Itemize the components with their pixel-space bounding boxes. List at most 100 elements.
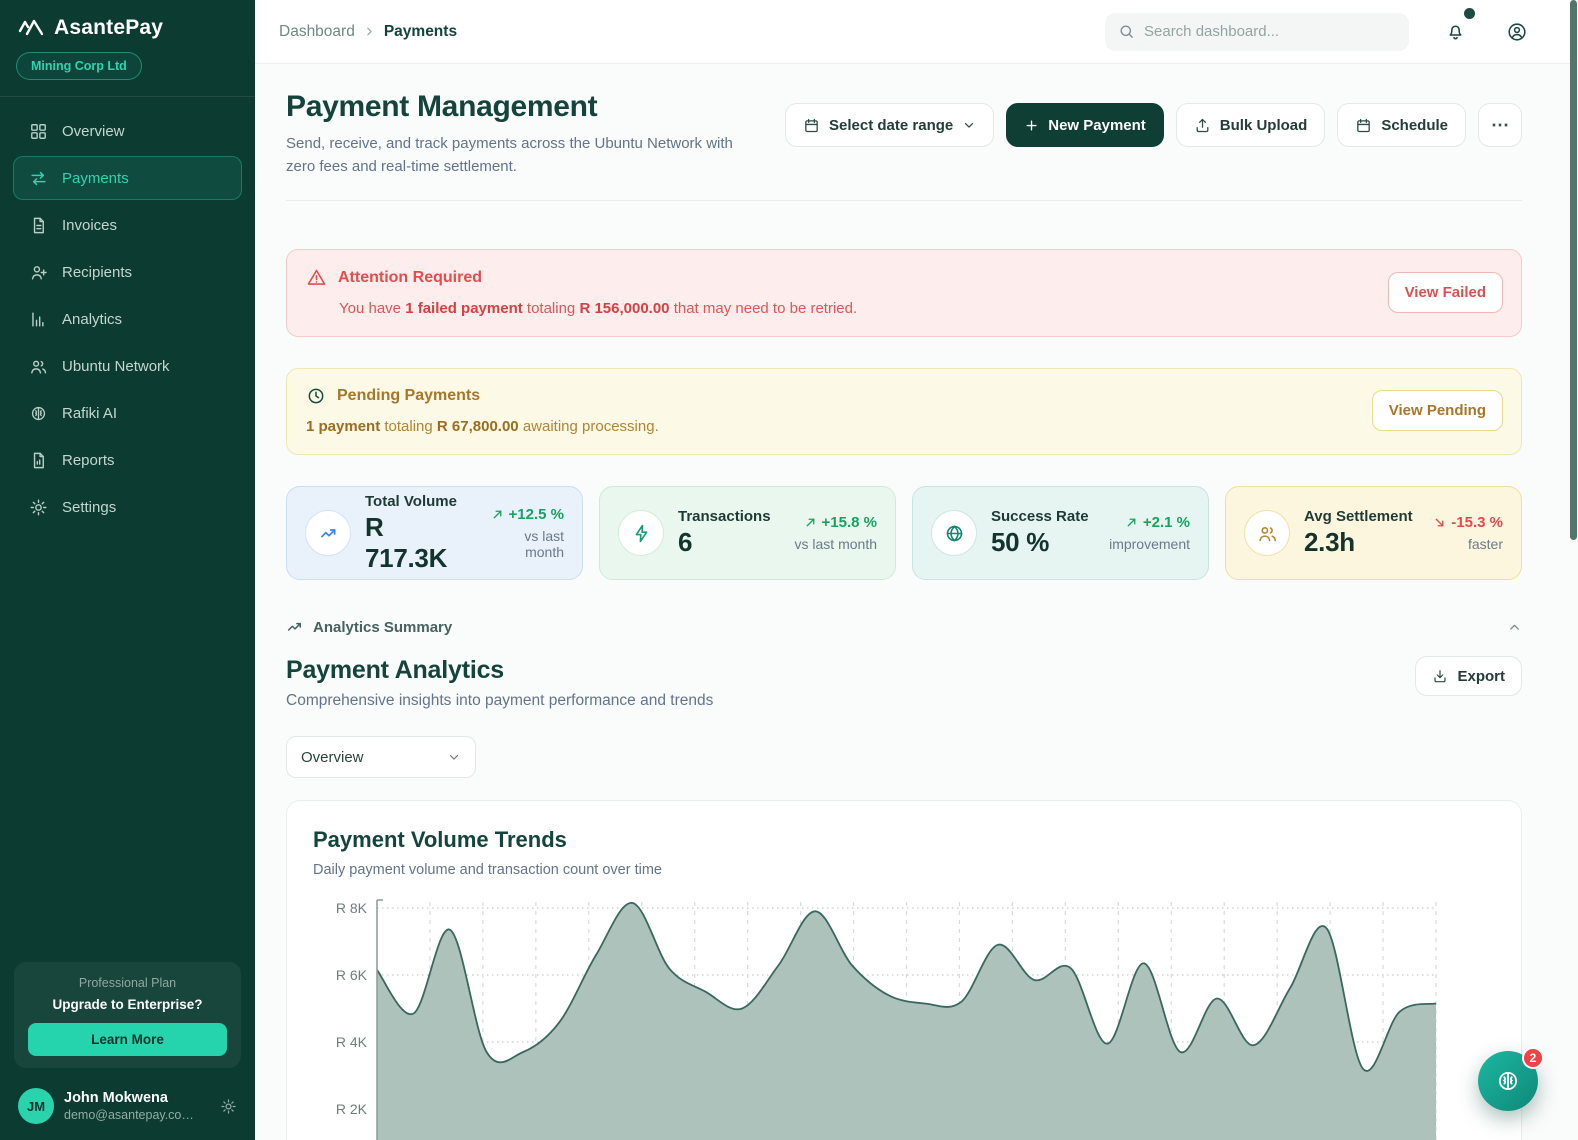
plus-icon — [1024, 118, 1039, 133]
sidebar-item-ubuntu-network[interactable]: Ubuntu Network — [13, 344, 242, 388]
schedule-label: Schedule — [1381, 116, 1448, 134]
stat-card-success-rate: Success Rate 50 % +2.1 % improvement — [912, 486, 1209, 580]
sidebar-item-recipients[interactable]: Recipients — [13, 250, 242, 294]
stat-value: R 717.3K — [365, 511, 448, 573]
stat-label: Total Volume — [365, 492, 457, 510]
failed-alert-title: Attention Required — [338, 268, 482, 286]
user-name: John Mokwena — [64, 1089, 168, 1106]
analytics-title: Payment Analytics — [286, 656, 504, 684]
upload-icon — [1194, 117, 1211, 134]
asantepay-logo-icon — [18, 17, 44, 39]
payment-volume-trends-card: Payment Volume Trends Daily payment volu… — [286, 800, 1522, 1140]
learn-more-button[interactable]: Learn More — [28, 1023, 227, 1056]
transfer-icon — [28, 168, 48, 188]
chevron-down-icon — [962, 118, 976, 132]
bulk-upload-label: Bulk Upload — [1219, 116, 1308, 134]
stat-card-avg-settlement: Avg Settlement 2.3h -15.3 % faster — [1225, 486, 1522, 580]
view-pending-button[interactable]: View Pending — [1371, 390, 1503, 431]
svg-text:R 6K: R 6K — [336, 967, 368, 983]
sidebar-item-label: Ubuntu Network — [62, 357, 170, 375]
failed-payments-alert: Attention Required You have 1 failed pay… — [286, 249, 1522, 337]
schedule-button[interactable]: Schedule — [1337, 103, 1466, 147]
stats-row: Total Volume R 717.3K +12.5 % vs last mo… — [286, 486, 1522, 580]
chart-subtitle: Daily payment volume and transaction cou… — [313, 862, 662, 878]
analytics-view-select[interactable]: Overview — [286, 736, 476, 778]
stat-card-transactions: Transactions 6 +15.8 % vs last month — [599, 486, 896, 580]
sidebar-item-invoices[interactable]: Invoices — [13, 203, 242, 247]
more-actions-button[interactable]: ⋯ — [1478, 103, 1522, 147]
calendar-icon — [1355, 117, 1372, 134]
date-range-button[interactable]: Select date range — [785, 103, 995, 147]
sidebar-divider — [0, 96, 255, 97]
brand-logo: AsantePay — [0, 0, 255, 50]
sidebar: AsantePay Mining Corp Ltd Overview Payme… — [0, 0, 255, 1140]
rafiki-ai-fab[interactable]: 2 — [1478, 1047, 1544, 1111]
analytics-summary-row: Analytics Summary — [286, 618, 1522, 636]
analytics-header: Payment Analytics Comprehensive insights… — [286, 656, 1522, 710]
topbar: Dashboard Payments — [255, 0, 1578, 64]
bulk-upload-button[interactable]: Bulk Upload — [1175, 103, 1326, 147]
sidebar-item-reports[interactable]: Reports — [13, 438, 242, 482]
svg-text:R 2K: R 2K — [336, 1101, 368, 1117]
sidebar-item-label: Overview — [62, 122, 125, 140]
stat-value: 6 — [678, 527, 693, 557]
view-failed-button[interactable]: View Failed — [1387, 271, 1503, 313]
stat-label: Success Rate — [991, 508, 1089, 525]
content: Payment Management Send, receive, and tr… — [255, 64, 1578, 1140]
user-plus-icon — [28, 262, 48, 282]
calendar-icon — [803, 117, 820, 134]
zap-icon — [618, 510, 664, 556]
bar-chart-icon — [28, 309, 48, 329]
page-subtitle: Send, receive, and track payments across… — [286, 135, 733, 175]
page-title: Payment Management — [286, 90, 598, 123]
breadcrumb: Dashboard Payments — [279, 23, 457, 41]
plan-prompt: Upgrade to Enterprise? — [52, 997, 203, 1012]
new-payment-button[interactable]: New Payment — [1006, 103, 1164, 147]
search-icon — [1118, 23, 1135, 40]
export-button[interactable]: Export — [1415, 656, 1522, 696]
volume-area-chart: R 8K R 6K R 4K R 2K — [336, 899, 1437, 1140]
sidebar-item-label: Recipients — [62, 263, 133, 281]
notifications-bell-icon[interactable] — [1445, 8, 1475, 42]
chart-title: Payment Volume Trends — [313, 827, 567, 852]
user-row[interactable]: JM John Mokwena demo@asantepay.co… — [14, 1088, 241, 1124]
sidebar-item-payments[interactable]: Payments — [13, 156, 242, 200]
search-box[interactable] — [1105, 12, 1409, 51]
grid-icon — [28, 121, 48, 141]
failed-alert-message: You have 1 failed payment totaling R 156… — [339, 300, 858, 317]
sidebar-item-rafiki-ai[interactable]: Rafiki AI — [13, 391, 242, 435]
sidebar-item-label: Settings — [62, 498, 117, 516]
view-select-value: Overview — [301, 748, 364, 766]
user-email: demo@asantepay.co… — [64, 1107, 194, 1122]
analytics-subtitle: Comprehensive insights into payment perf… — [286, 692, 714, 709]
search-input[interactable] — [1144, 23, 1396, 40]
download-icon — [1432, 668, 1448, 684]
sidebar-item-analytics[interactable]: Analytics — [13, 297, 242, 341]
fab-notification-badge: 2 — [1522, 1047, 1544, 1069]
breadcrumb-dashboard[interactable]: Dashboard — [279, 23, 355, 41]
analytics-summary-label: Analytics Summary — [313, 618, 453, 636]
avatar: JM — [18, 1088, 54, 1124]
stat-delta: +15.8 % — [821, 514, 877, 531]
export-label: Export — [1457, 667, 1505, 685]
user-settings-gear-icon[interactable] — [220, 1098, 237, 1115]
sidebar-item-settings[interactable]: Settings — [13, 485, 242, 529]
delta-up-icon — [1125, 516, 1138, 529]
chevron-down-icon — [447, 750, 461, 764]
delta-up-icon — [804, 516, 817, 529]
sidebar-item-label: Reports — [62, 451, 115, 469]
breadcrumb-payments: Payments — [383, 22, 458, 40]
profile-icon[interactable] — [1506, 21, 1528, 43]
trend-up-icon — [286, 618, 304, 636]
report-icon — [28, 450, 48, 470]
stat-card-total-volume: Total Volume R 717.3K +12.5 % vs last mo… — [286, 486, 583, 580]
main-area: Dashboard Payments Payment Management Se… — [255, 0, 1578, 1140]
stat-delta: +12.5 % — [508, 506, 564, 523]
pending-payments-alert: Pending Payments 1 payment totaling R 67… — [286, 368, 1522, 455]
svg-text:R 4K: R 4K — [336, 1034, 368, 1050]
org-badge[interactable]: Mining Corp Ltd — [16, 52, 142, 80]
collapse-chevron-up-icon[interactable] — [1507, 620, 1522, 635]
scrollbar[interactable] — [1570, 0, 1577, 540]
stat-delta: +2.1 % — [1142, 514, 1190, 531]
sidebar-item-overview[interactable]: Overview — [13, 109, 242, 153]
